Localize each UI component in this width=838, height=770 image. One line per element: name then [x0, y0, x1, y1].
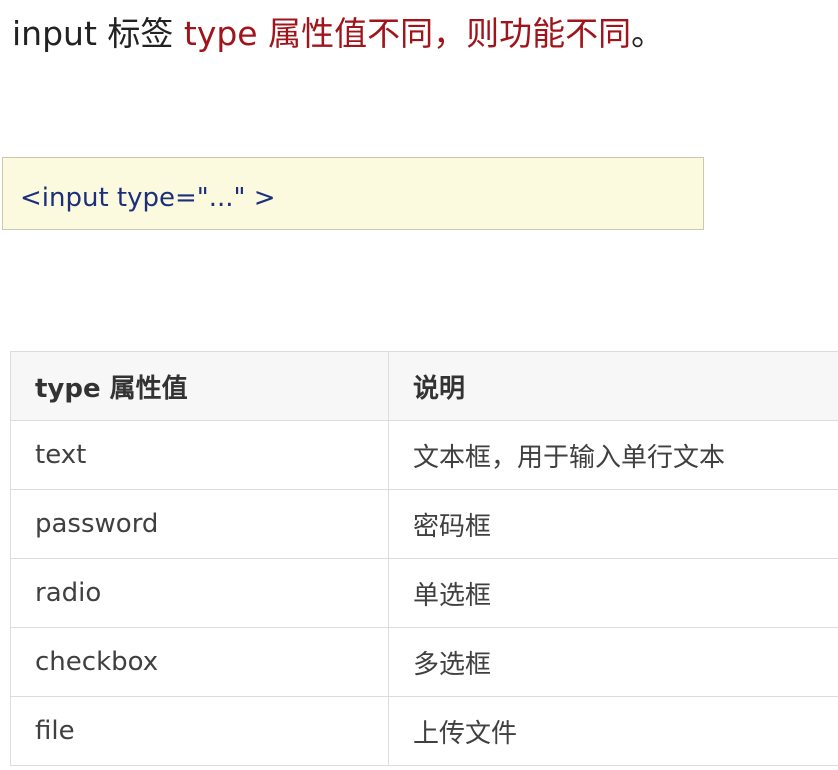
- cell-description: 密码框: [388, 489, 838, 559]
- cell-description: 文本框，用于输入单行文本: [388, 420, 838, 490]
- heading-prefix: input 标签: [12, 14, 184, 53]
- header-description: 说明: [388, 351, 838, 421]
- code-text: <input type="..." >: [20, 183, 276, 213]
- cell-type-value: file: [10, 696, 389, 766]
- cell-description: 上传文件: [388, 696, 838, 766]
- table-header-row: type 属性值 说明: [10, 351, 838, 421]
- heading-highlight: type 属性值不同，则功能不同: [183, 14, 632, 53]
- cell-type-value: checkbox: [10, 627, 389, 697]
- table-row: checkbox 多选框: [10, 627, 838, 697]
- table-row: text 文本框，用于输入单行文本: [10, 420, 838, 490]
- type-attribute-table: type 属性值 说明 text 文本框，用于输入单行文本 password 密…: [10, 351, 838, 766]
- heading: input 标签 type 属性值不同，则功能不同。: [12, 12, 664, 56]
- table-row: password 密码框: [10, 489, 838, 559]
- table-row: file 上传文件: [10, 696, 838, 766]
- table-row: radio 单选框: [10, 558, 838, 628]
- heading-suffix: 。: [631, 14, 665, 53]
- cell-type-value: radio: [10, 558, 389, 628]
- header-type-value: type 属性值: [10, 351, 389, 421]
- cell-description: 单选框: [388, 558, 838, 628]
- cell-type-value: password: [10, 489, 389, 559]
- code-block: <input type="..." >: [2, 157, 704, 230]
- cell-description: 多选框: [388, 627, 838, 697]
- cell-type-value: text: [10, 420, 389, 490]
